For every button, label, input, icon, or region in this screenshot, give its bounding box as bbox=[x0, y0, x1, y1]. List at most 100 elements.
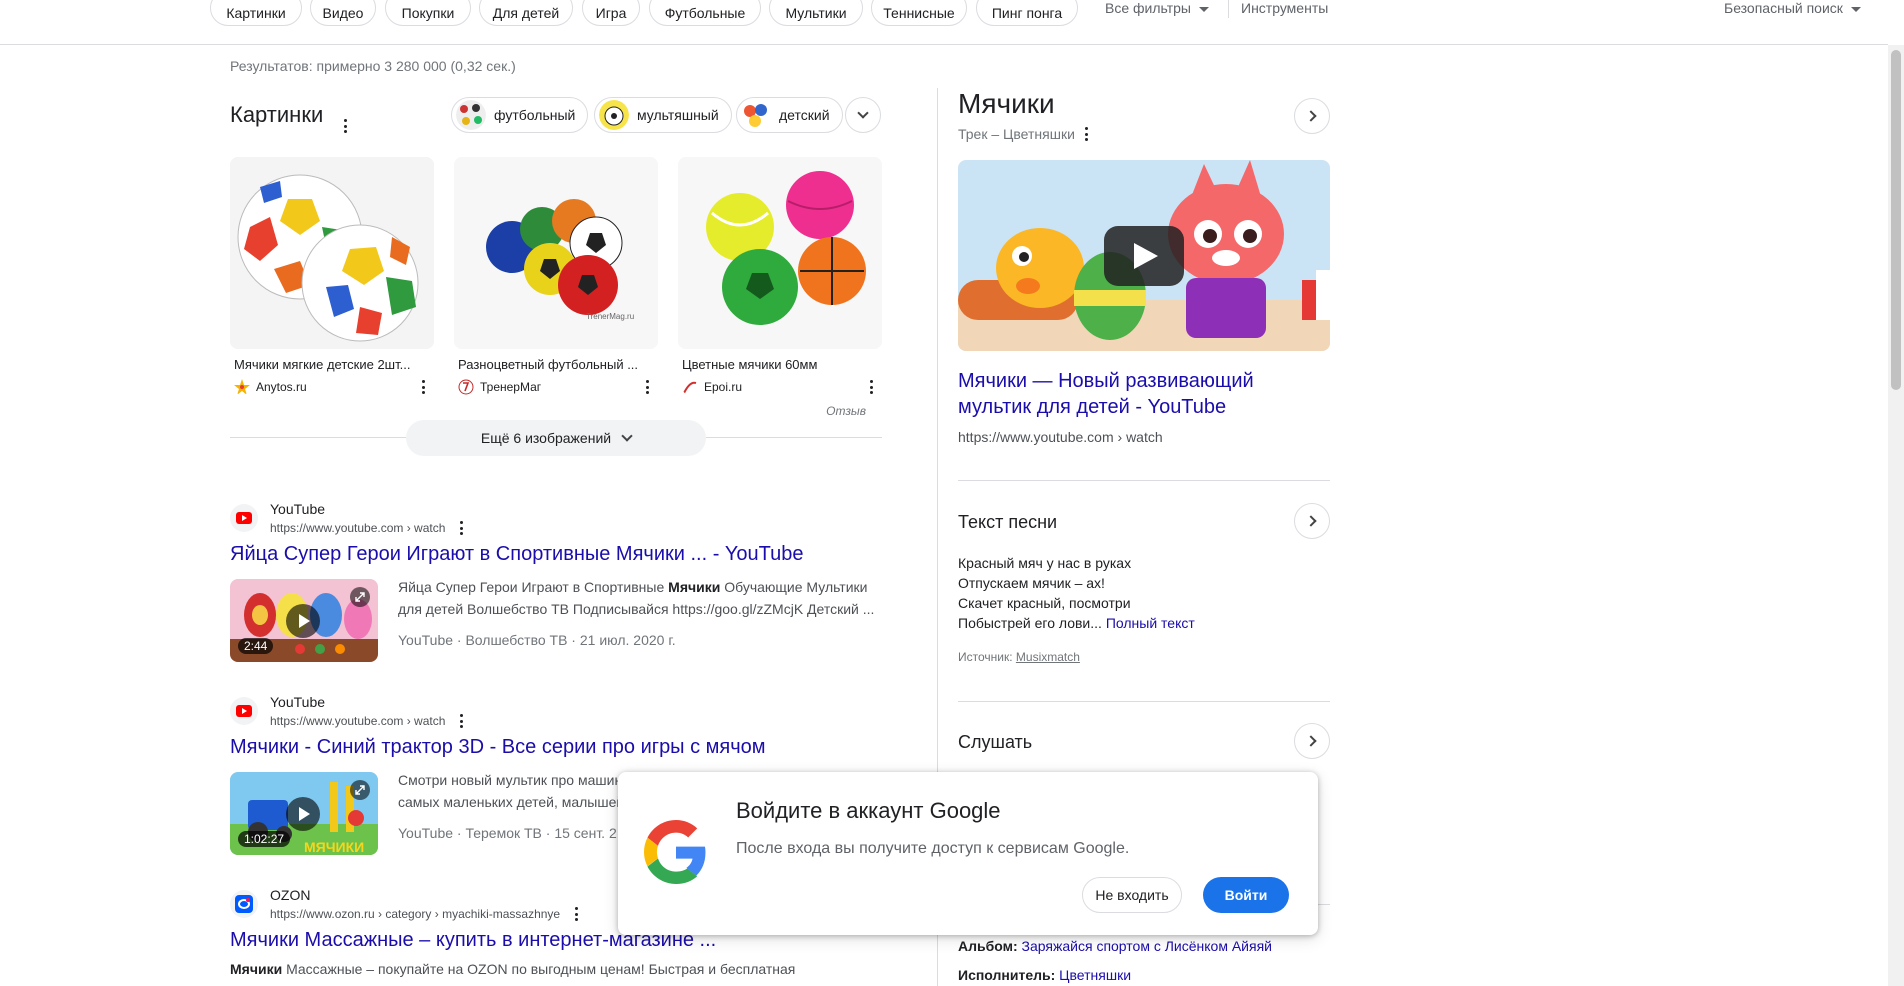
chip-video[interactable]: Видео bbox=[310, 0, 376, 26]
full-lyrics-link[interactable]: Полный текст bbox=[1106, 615, 1195, 631]
chip-tennis[interactable]: Теннисные bbox=[871, 0, 967, 26]
play-icon[interactable] bbox=[1104, 226, 1184, 286]
feedback-link[interactable]: Отзыв bbox=[826, 404, 866, 418]
video-thumbnail[interactable]: 2:44 bbox=[230, 579, 378, 662]
more-images-label: Ещё 6 изображений bbox=[480, 430, 612, 446]
chip-ping-pong[interactable]: Пинг понга bbox=[976, 0, 1078, 26]
panel-video-link[interactable]: Мячики — Новый развивающий мультик для д… bbox=[958, 368, 1298, 420]
video-thumbnail[interactable]: МЯЧИКИ 1:02:27 bbox=[230, 772, 378, 855]
result-meta: YouTube · Теремок ТВ · 15 сент. 2 bbox=[398, 825, 617, 841]
snippet-text: Массажные – покупайте на OZON по выгодны… bbox=[282, 961, 796, 977]
refine-chip-football[interactable]: футбольный bbox=[451, 97, 589, 133]
site-name[interactable]: YouTube bbox=[270, 501, 325, 517]
panel-title: Мячики bbox=[958, 88, 1055, 119]
more-vert-icon[interactable] bbox=[1085, 127, 1089, 141]
chevron-right-icon bbox=[1304, 515, 1317, 527]
panel-video-url[interactable]: https://www.youtube.com › watch bbox=[958, 429, 1163, 445]
artist-link[interactable]: Цветняшки bbox=[1059, 967, 1131, 983]
chip-images[interactable]: Картинки bbox=[210, 0, 302, 26]
lyrics-source-link[interactable]: Musixmatch bbox=[1016, 650, 1080, 664]
site-url[interactable]: https://www.youtube.com › watch bbox=[270, 521, 463, 535]
chip-kids[interactable]: Для детей bbox=[479, 0, 573, 26]
more-vert-icon[interactable] bbox=[869, 380, 873, 394]
site-url[interactable]: https://www.ozon.ru › category › myachik… bbox=[270, 907, 578, 921]
chip-football[interactable]: Футбольные bbox=[649, 0, 761, 26]
safe-search-menu[interactable]: Безопасный поиск bbox=[1724, 0, 1861, 16]
caret-down-icon bbox=[1198, 6, 1209, 12]
result-title-link[interactable]: Яйца Супер Герои Играют в Спортивные Мяч… bbox=[230, 543, 804, 566]
dialog-text: После входа вы получите доступ к сервиса… bbox=[736, 840, 1130, 857]
youtube-icon bbox=[236, 512, 252, 524]
expand-refine-button[interactable] bbox=[845, 97, 881, 133]
refine-chip-cartoon[interactable]: мультяшный bbox=[594, 97, 732, 133]
tools-button[interactable]: Инструменты bbox=[1241, 0, 1328, 16]
scrollbar-thumb[interactable] bbox=[1891, 50, 1901, 390]
result-stats: Результатов: примерно 3 280 000 (0,32 се… bbox=[230, 58, 516, 74]
images-heading-text: Картинки bbox=[230, 102, 324, 127]
epoi-favicon-icon bbox=[683, 381, 697, 394]
result-meta: YouTube · Волшебство ТВ · 21 июл. 2020 г… bbox=[398, 632, 676, 648]
lyrics-line: Отпускаем мячик – ах! bbox=[958, 575, 1105, 591]
image-caption[interactable]: Разноцветный футбольный ... bbox=[458, 357, 654, 372]
refine-chip-label: футбольный bbox=[494, 107, 576, 123]
thumb-title-text: МЯЧИКИ bbox=[304, 839, 364, 855]
more-vert-icon[interactable] bbox=[459, 714, 463, 728]
image-result[interactable]: TrenerMag.ru bbox=[454, 157, 658, 349]
panel-subtitle-text: Трек – Цветняшки bbox=[958, 126, 1075, 142]
image-caption[interactable]: Мячики мягкие детские 2шт... bbox=[234, 357, 430, 372]
more-vert-icon[interactable] bbox=[343, 119, 347, 133]
more-vert-icon[interactable] bbox=[574, 907, 578, 921]
album-link[interactable]: Заряжайся спортом с Лисёнком Айяяй bbox=[1022, 938, 1272, 954]
listen-heading[interactable]: Слушать bbox=[958, 732, 1032, 753]
image-source[interactable]: Epoi.ru bbox=[682, 379, 742, 395]
lyrics-heading[interactable]: Текст песни bbox=[958, 512, 1057, 533]
youtube-icon bbox=[236, 705, 252, 717]
dialog-title: Войдите в аккаунт Google bbox=[736, 798, 1001, 823]
divider bbox=[958, 701, 1330, 702]
image-result[interactable] bbox=[678, 157, 882, 349]
divider bbox=[1228, 0, 1229, 18]
more-vert-icon[interactable] bbox=[421, 380, 425, 394]
image-source-name: ТренерМаг bbox=[480, 380, 542, 394]
site-url[interactable]: https://www.youtube.com › watch bbox=[270, 714, 463, 728]
chip-shopping[interactable]: Покупки bbox=[385, 0, 471, 26]
lyrics-source: Источник: Musixmatch bbox=[958, 650, 1080, 664]
image-source-name: Anytos.ru bbox=[256, 380, 307, 394]
image-source[interactable]: Anytos.ru bbox=[234, 379, 307, 395]
filter-bar: Картинки Видео Покупки Для детей Игра Фу… bbox=[0, 0, 1888, 45]
album-row: Альбом: Заряжайся спортом с Лисёнком Айя… bbox=[958, 938, 1272, 954]
listen-open-button[interactable] bbox=[1294, 723, 1330, 759]
anytos-favicon-icon bbox=[234, 379, 250, 395]
image-source[interactable]: ТренерМаг bbox=[458, 379, 541, 395]
safe-search-label: Безопасный поиск bbox=[1724, 0, 1843, 16]
more-vert-icon[interactable] bbox=[459, 521, 463, 535]
all-filters-menu[interactable]: Все фильтры bbox=[1105, 0, 1209, 16]
site-name[interactable]: OZON bbox=[270, 887, 310, 903]
trenermag-favicon-icon bbox=[458, 379, 474, 395]
image-result[interactable] bbox=[230, 157, 434, 349]
stay-signed-out-button[interactable]: Не входить bbox=[1082, 877, 1182, 913]
snippet-highlight: Мячики bbox=[230, 961, 283, 977]
google-logo-icon bbox=[644, 820, 706, 884]
chip-game[interactable]: Игра bbox=[582, 0, 640, 26]
more-images-button[interactable]: Ещё 6 изображений bbox=[406, 420, 706, 456]
site-url-text: https://www.youtube.com › watch bbox=[270, 714, 446, 728]
chevron-right-icon bbox=[1304, 735, 1317, 747]
sign-in-button[interactable]: Войти bbox=[1203, 877, 1289, 913]
refine-chip-kids[interactable]: детский bbox=[736, 97, 843, 133]
divider bbox=[958, 480, 1330, 481]
panel-video-thumbnail[interactable] bbox=[958, 160, 1330, 351]
image-caption[interactable]: Цветные мячики 60мм bbox=[682, 357, 878, 372]
lyrics-text: Красный мяч у нас в руках Отпускаем мячи… bbox=[958, 553, 1195, 633]
site-name[interactable]: YouTube bbox=[270, 694, 325, 710]
panel-open-button[interactable] bbox=[1294, 98, 1330, 134]
result-snippet: Яйца Супер Герои Играют в Спортивные Мяч… bbox=[398, 576, 878, 620]
result-title-link[interactable]: Мячики - Синий трактор 3D - Все серии пр… bbox=[230, 736, 766, 759]
soft-soccer-balls-image bbox=[230, 157, 434, 349]
chip-cartoons[interactable]: Мультики bbox=[769, 0, 863, 26]
lyrics-open-button[interactable] bbox=[1294, 503, 1330, 539]
caret-down-icon bbox=[1850, 6, 1861, 12]
more-vert-icon[interactable] bbox=[645, 380, 649, 394]
lyrics-line: Красный мяч у нас в руках bbox=[958, 555, 1132, 571]
divider bbox=[1318, 904, 1330, 905]
